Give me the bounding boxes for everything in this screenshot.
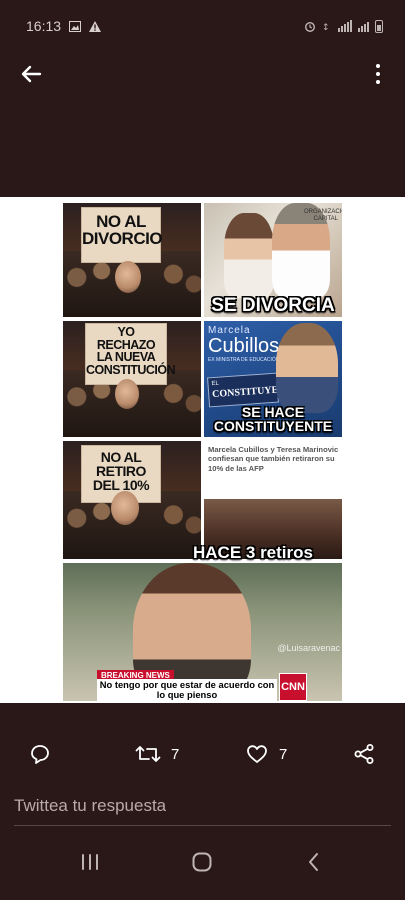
protest-photo-2: YO RECHAZO LA NUEVA CONSTITUCIÓN (63, 321, 201, 437)
reply-button[interactable] (28, 738, 52, 770)
reply-input[interactable] (14, 794, 391, 818)
protest-photo-3: NO AL RETIRO DEL 10% (63, 441, 201, 559)
recent-apps-icon (82, 854, 98, 870)
protest-sign-2: YO RECHAZO LA NUEVA CONSTITUCIÓN (85, 323, 176, 385)
alarm-icon (305, 22, 315, 32)
caption-hace-3-retiros: HACE 3 retiros (193, 543, 313, 562)
reply-area (14, 794, 391, 826)
status-bar: 16:13 ↕ (0, 0, 405, 52)
signal-icon (338, 20, 352, 32)
poster-subtitle: EX MINISTRA DE EDUCACIÓN (208, 357, 280, 363)
recent-apps-button[interactable] (78, 850, 102, 874)
share-icon (354, 744, 374, 764)
banner-prefix: EL (211, 380, 220, 388)
comment-icon (31, 745, 49, 764)
face-1 (115, 261, 141, 293)
caption-se-hace-constituyente: SE HACE CONSTITUYENTE (206, 405, 340, 433)
constituyente-poster: Marcela Cubillos EX MINISTRA DE EDUCACIÓ… (204, 321, 342, 437)
meme-image: NO AL DIVORCIO ORGANIZACIÓN CAPITAL SE D… (63, 203, 342, 701)
share-button[interactable] (352, 738, 376, 770)
more-vertical-icon (376, 64, 380, 68)
nav-back-button[interactable] (302, 850, 326, 874)
news-article: Marcela Cubillos y Teresa Marinovic conf… (204, 441, 342, 559)
constituyente-banner: EL CONSTITUYENTE (207, 372, 299, 408)
like-button[interactable]: 7 (245, 738, 287, 770)
news-headline: Marcela Cubillos y Teresa Marinovic conf… (208, 445, 339, 473)
face-3 (111, 491, 139, 525)
alert-icon (89, 20, 102, 32)
back-chevron-icon (309, 853, 318, 871)
protest-sign-1: NO AL DIVORCIO (81, 207, 163, 263)
back-button[interactable] (18, 60, 46, 88)
caption-se-divorcia: SE DIVORCIA (211, 295, 335, 316)
gallery-icon (69, 20, 82, 32)
wifi-icon: ↕ (322, 23, 330, 32)
svg-text:↕: ↕ (322, 23, 330, 32)
home-icon (192, 852, 212, 872)
arrow-left-icon (21, 65, 42, 83)
caption-line-2: CONSTITUYENTE (213, 418, 333, 434)
tweet-actions: 7 7 (0, 738, 405, 770)
signal-icon-2 (358, 20, 369, 32)
protest-photo-1: NO AL DIVORCIO (63, 203, 201, 317)
watermark: @Luisaravenac (277, 643, 340, 653)
status-time: 16:13 (26, 18, 62, 34)
heart-icon (247, 745, 267, 763)
system-nav-bar (0, 842, 405, 882)
more-options-button[interactable] (373, 60, 383, 88)
retweet-count: 7 (171, 745, 180, 763)
like-count: 7 (279, 745, 288, 763)
cnn-logo: CNN (279, 673, 307, 701)
news-ticker: No tengo por que estar de acuerdo con lo… (97, 679, 277, 701)
caption-line-1: SE HACE (241, 404, 305, 420)
battery-icon (375, 19, 383, 33)
home-button[interactable] (190, 850, 214, 874)
poster-last-name: Cubillos (208, 335, 280, 357)
top-app-bar (0, 52, 405, 96)
retweet-button[interactable]: 7 (135, 738, 179, 770)
magazine-cover: ORGANIZACIÓN CAPITAL SE DIVORCIA (204, 203, 342, 317)
retweet-icon (135, 746, 161, 762)
tweet-media[interactable]: NO AL DIVORCIO ORGANIZACIÓN CAPITAL SE D… (0, 197, 405, 703)
cnn-screenshot: @Luisaravenac BREAKING NEWS No tengo por… (63, 563, 342, 701)
face-2 (115, 379, 139, 409)
portrait-photo (276, 323, 338, 413)
